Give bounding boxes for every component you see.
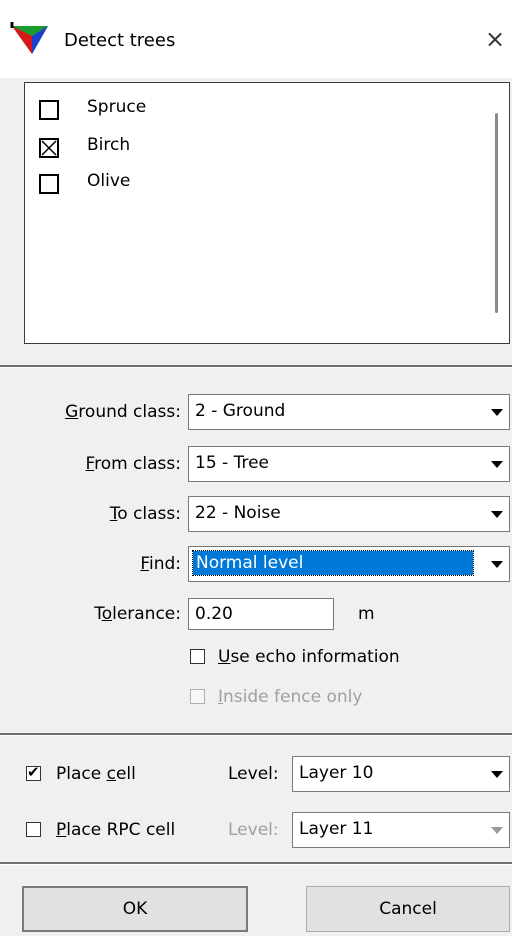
- app-triangle-icon: [10, 22, 48, 54]
- list-item-label: Olive: [87, 171, 131, 191]
- find-label: Find:: [140, 554, 181, 574]
- chevron-down-icon: [485, 813, 509, 847]
- from-class-value: 15 - Tree: [195, 453, 269, 473]
- separator: [0, 862, 512, 865]
- list-item-label: Birch: [87, 135, 131, 155]
- checkmark-icon: ✔: [27, 763, 40, 781]
- tree-type-list[interactable]: Spruce Birch Olive: [24, 82, 510, 344]
- tolerance-input[interactable]: 0.20: [188, 598, 334, 630]
- place-cell-label[interactable]: Place cell: [56, 764, 136, 784]
- olive-checkbox[interactable]: [39, 174, 59, 194]
- find-select[interactable]: Normal level: [188, 546, 510, 582]
- place-rpc-cell-checkbox[interactable]: [26, 822, 41, 837]
- list-scrollbar[interactable]: [495, 113, 498, 313]
- place-cell-level-select[interactable]: Layer 10: [292, 756, 510, 792]
- ground-class-label: Ground class:: [65, 402, 181, 422]
- separator: [0, 365, 512, 368]
- place-rpc-level-value: Layer 11: [299, 819, 374, 839]
- list-item-label: Spruce: [87, 97, 147, 117]
- use-echo-checkbox[interactable]: [190, 649, 205, 664]
- place-rpc-cell-label[interactable]: Place RPC cell: [56, 820, 175, 840]
- cross-check-icon: [41, 140, 57, 156]
- cancel-button[interactable]: Cancel: [306, 886, 510, 932]
- place-rpc-level-select: Layer 11: [292, 812, 510, 848]
- separator: [0, 733, 512, 736]
- ok-button[interactable]: OK: [22, 886, 248, 932]
- title-bar: Detect trees ×: [0, 0, 512, 78]
- chevron-down-icon[interactable]: [485, 547, 509, 581]
- find-value: Normal level: [192, 550, 474, 576]
- from-class-label: From class:: [85, 454, 181, 474]
- birch-checkbox[interactable]: [39, 138, 59, 158]
- tolerance-value: 0.20: [195, 604, 233, 624]
- place-cell-level-value: Layer 10: [299, 763, 374, 783]
- place-cell-level-label: Level:: [228, 764, 279, 784]
- ground-class-value: 2 - Ground: [195, 401, 286, 421]
- inside-fence-label: Inside fence only: [218, 687, 363, 707]
- tolerance-unit: m: [358, 604, 375, 624]
- use-echo-label[interactable]: Use echo information: [218, 647, 400, 667]
- chevron-down-icon[interactable]: [485, 497, 509, 531]
- ground-class-select[interactable]: 2 - Ground: [188, 394, 510, 430]
- to-class-select[interactable]: 22 - Noise: [188, 496, 510, 532]
- spruce-checkbox[interactable]: [39, 100, 59, 120]
- window-title: Detect trees: [64, 30, 176, 51]
- from-class-select[interactable]: 15 - Tree: [188, 446, 510, 482]
- place-cell-checkbox[interactable]: ✔: [26, 763, 41, 781]
- place-rpc-level-label: Level:: [228, 820, 279, 840]
- tolerance-label: Tolerance:: [94, 604, 181, 624]
- chevron-down-icon[interactable]: [485, 395, 509, 429]
- chevron-down-icon[interactable]: [485, 447, 509, 481]
- inside-fence-checkbox: [190, 689, 205, 704]
- chevron-down-icon[interactable]: [485, 757, 509, 791]
- to-class-value: 22 - Noise: [195, 503, 281, 523]
- to-class-label: To class:: [109, 504, 181, 524]
- close-button[interactable]: ×: [480, 24, 510, 54]
